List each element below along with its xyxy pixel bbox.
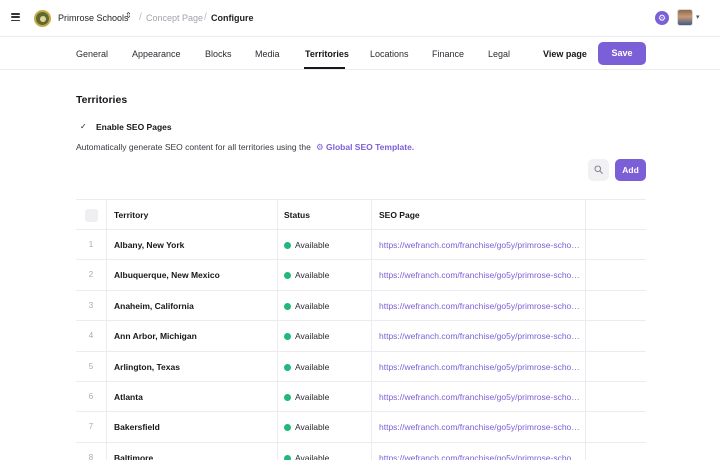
breadcrumb-separator: / <box>139 12 142 23</box>
tab-finance[interactable]: Finance <box>432 49 464 59</box>
territory-name[interactable]: Arlington, Texas <box>114 362 180 372</box>
tab-territories[interactable]: Territories <box>305 49 349 59</box>
territory-name[interactable]: Albany, New York <box>114 240 184 250</box>
organization-name[interactable]: Primrose Schools <box>58 13 129 23</box>
status-dot-icon <box>284 363 291 371</box>
table-row[interactable]: 2 Albuquerque, New Mexico Available https:/… <box>76 260 646 291</box>
status-badge: Available <box>295 391 330 402</box>
status-badge: Available <box>295 331 330 342</box>
table-row[interactable]: 5 Arlington, Texas Available https://wefran… <box>76 352 646 382</box>
row-index: 4 <box>88 331 94 341</box>
status-badge: Available <box>295 270 330 281</box>
view-page-button[interactable]: View page <box>543 49 587 59</box>
column-header-seo-page[interactable]: SEO Page <box>379 210 420 220</box>
territory-name[interactable]: Bakersfield <box>114 422 160 432</box>
seo-page-link[interactable]: https://wefranch.com/franchise/go5y/prim… <box>379 453 581 460</box>
territory-name[interactable]: Atlanta <box>114 392 143 402</box>
row-index: 5 <box>88 361 94 371</box>
tab-locations[interactable]: Locations <box>370 49 409 59</box>
table-row[interactable]: 6 Atlanta Available https://wefranch.com/fr… <box>76 382 646 413</box>
table-row[interactable]: 1 Albany, New York Available https://wefran… <box>76 230 646 261</box>
breadcrumb-separator: / <box>204 12 207 23</box>
tab-general[interactable]: General <box>76 49 108 59</box>
tab-bar: General Appearance Blocks Media Territor… <box>0 38 720 70</box>
status-badge: Available <box>295 240 330 250</box>
organization-logo <box>34 10 51 27</box>
row-index: 1 <box>88 240 94 249</box>
table-row[interactable]: 3 Anaheim, California Available https://wef… <box>76 291 646 322</box>
seo-page-link[interactable]: https://wefranch.com/franchise/go5y/prim… <box>379 270 581 280</box>
tab-media[interactable]: Media <box>255 49 280 59</box>
tab-appearance[interactable]: Appearance <box>132 49 181 59</box>
seo-page-link[interactable]: https://wefranch.com/franchise/go5y/prim… <box>379 362 581 372</box>
active-tab-indicator <box>304 67 345 69</box>
seo-page-link[interactable]: https://wefranch.com/franchise/go5y/prim… <box>379 392 581 402</box>
row-index: 8 <box>88 452 94 460</box>
add-button[interactable]: Add <box>615 159 646 181</box>
table-row[interactable]: 4 Ann Arbor, Michigan Available https://wef… <box>76 321 646 352</box>
seo-page-link[interactable]: https://wefranch.com/franchise/go5y/prim… <box>379 301 581 311</box>
table-header: Territory Status SEO Page <box>76 199 646 230</box>
hamburger-menu-icon[interactable] <box>11 13 20 21</box>
table-row[interactable]: 7 Bakersfield Available https://wefranch.co… <box>76 412 646 443</box>
row-index: 3 <box>88 300 94 310</box>
search-icon <box>594 165 603 174</box>
status-dot-icon <box>284 272 291 280</box>
breadcrumb-concept-page[interactable]: Concept Page <box>146 13 203 23</box>
status-badge: Available <box>295 300 330 311</box>
breadcrumb-configure: Configure <box>211 13 254 23</box>
territory-name[interactable]: Baltimore <box>114 453 153 460</box>
status-dot-icon <box>284 393 291 401</box>
status-dot-icon <box>284 454 291 460</box>
status-badge: Available <box>295 361 330 372</box>
status-badge: Available <box>295 452 330 460</box>
territory-name[interactable]: Ann Arbor, Michigan <box>114 331 197 341</box>
tab-legal[interactable]: Legal <box>488 49 510 59</box>
table-body: 1 Albany, New York Available https://wefran… <box>76 230 646 460</box>
column-header-territory[interactable]: Territory <box>114 210 148 220</box>
table-row[interactable]: 8 Baltimore Available https://wefranch.com/… <box>76 443 646 460</box>
settings-gear-icon[interactable]: ⚙ <box>655 11 669 25</box>
search-button[interactable] <box>588 159 609 181</box>
territory-name[interactable]: Anaheim, California <box>114 301 194 311</box>
status-dot-icon <box>284 242 291 249</box>
select-all-checkbox[interactable] <box>85 209 98 222</box>
user-avatar[interactable] <box>677 9 693 26</box>
status-badge: Available <box>295 422 330 433</box>
seo-page-link[interactable]: https://wefranch.com/franchise/go5y/prim… <box>379 331 581 341</box>
tab-blocks[interactable]: Blocks <box>205 49 232 59</box>
chevron-down-icon[interactable]: ▾ <box>696 13 700 21</box>
save-button[interactable]: Save <box>598 42 646 65</box>
territory-name[interactable]: Albuquerque, New Mexico <box>114 270 220 280</box>
column-header-status[interactable]: Status <box>284 210 310 220</box>
enable-seo-checkbox-check-icon[interactable]: ✓ <box>80 122 87 131</box>
global-seo-template-link[interactable]: ⚙ Global SEO Template. <box>316 142 414 153</box>
section-title: Territories <box>76 94 128 106</box>
status-dot-icon <box>284 333 291 341</box>
top-bar: Primrose Schools ⇕ / Concept Page / Conf… <box>0 0 720 37</box>
status-dot-icon <box>284 302 291 310</box>
seo-page-link[interactable]: https://wefranch.com/franchise/go5y/prim… <box>379 240 581 250</box>
global-seo-template-label: Global SEO Template. <box>326 142 415 152</box>
row-index: 7 <box>88 422 94 432</box>
seo-description: Automatically generate SEO content for a… <box>76 142 311 152</box>
enable-seo-pages-label[interactable]: Enable SEO Pages <box>96 122 172 132</box>
seo-page-link[interactable]: https://wefranch.com/franchise/go5y/prim… <box>379 422 581 432</box>
chevron-updown-icon[interactable]: ⇕ <box>125 12 132 20</box>
gear-icon: ⚙ <box>316 142 324 152</box>
row-index: 2 <box>88 270 94 280</box>
row-index: 6 <box>88 391 94 401</box>
status-dot-icon <box>284 424 291 432</box>
territories-table: Territory Status SEO Page 1 Albany, New Y… <box>76 199 646 460</box>
